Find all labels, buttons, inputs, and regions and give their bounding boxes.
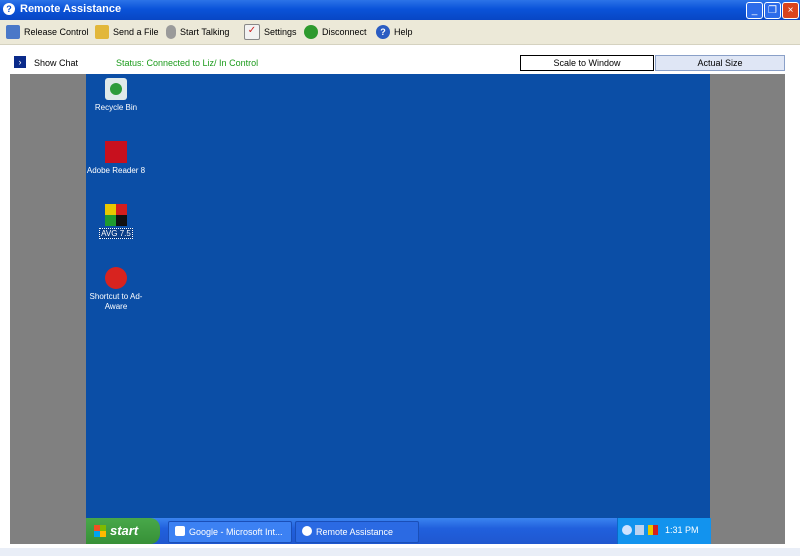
settings-label: Settings <box>264 27 297 37</box>
avg-tray-icon[interactable] <box>648 525 658 535</box>
windows-flag-icon <box>94 525 106 537</box>
start-talking-button[interactable]: Start Talking <box>166 24 229 40</box>
help-icon: ? <box>376 25 390 39</box>
settings-button[interactable]: ✓ Settings <box>244 24 297 40</box>
recycle-bin-icon <box>105 78 127 100</box>
disconnect-label: Disconnect <box>322 27 367 37</box>
desktop-icon-adobe-reader[interactable]: Adobe Reader 8 <box>86 141 146 176</box>
taskbar-item-label: Google - Microsoft Int... <box>189 527 283 537</box>
start-button[interactable]: start <box>86 518 160 544</box>
release-control-label: Release Control <box>24 27 89 37</box>
taskbar-item-label: Remote Assistance <box>316 527 394 537</box>
help-circle-icon <box>302 526 312 536</box>
desktop-icon-ad-aware[interactable]: Shortcut to Ad-Aware <box>86 267 146 312</box>
avg-icon <box>105 204 127 226</box>
remote-desktop[interactable] <box>86 74 710 518</box>
actual-size-button[interactable]: Actual Size <box>655 55 785 71</box>
send-file-icon <box>95 25 109 39</box>
help-circle-icon: ? <box>3 3 15 15</box>
scale-to-window-button[interactable]: Scale to Window <box>520 55 654 71</box>
tray-arrow-icon[interactable] <box>622 525 632 535</box>
disconnect-icon <box>304 25 318 39</box>
show-chat-button[interactable]: Show Chat <box>34 58 78 68</box>
connection-status: Status: Connected to Liz/ In Control <box>116 58 259 68</box>
desktop-icon-label: AVG 7.5 <box>99 228 133 239</box>
chevron-right-icon[interactable]: › <box>14 56 26 68</box>
desktop-icon-recycle-bin[interactable]: Recycle Bin <box>86 78 146 113</box>
desktop-icon-label: Adobe Reader 8 <box>86 166 146 175</box>
window-title: Remote Assistance <box>20 3 122 15</box>
desktop-icon-label: Recycle Bin <box>94 103 138 112</box>
release-control-button[interactable]: Release Control <box>6 24 89 40</box>
ad-aware-icon <box>105 267 127 289</box>
restore-button[interactable]: ❐ <box>764 2 781 19</box>
taskbar-item-google[interactable]: Google - Microsoft Int... <box>168 521 292 543</box>
clock: 1:31 PM <box>665 525 699 535</box>
disconnect-button[interactable]: Disconnect <box>304 24 367 40</box>
taskbar-item-remote-assistance[interactable]: Remote Assistance <box>295 521 419 543</box>
send-file-label: Send a File <box>113 27 159 37</box>
help-button[interactable]: ? Help <box>376 24 413 40</box>
settings-check-icon: ✓ <box>244 24 260 40</box>
user-icon[interactable] <box>635 525 644 535</box>
desktop-icon-label: Shortcut to Ad-Aware <box>89 292 143 311</box>
toolbar: Release Control Send a File Start Talkin… <box>0 20 800 45</box>
window-bottom-border <box>0 544 800 556</box>
start-talking-label: Start Talking <box>180 27 230 37</box>
close-button[interactable]: × <box>782 2 799 19</box>
microphone-icon <box>166 25 176 39</box>
adobe-reader-icon <box>105 141 127 163</box>
title-bar: ? Remote Assistance _ ❐ × <box>0 0 800 20</box>
start-label: start <box>110 523 139 538</box>
release-control-icon <box>6 25 20 39</box>
internet-explorer-icon <box>175 526 185 536</box>
send-file-button[interactable]: Send a File <box>95 24 159 40</box>
desktop-icon-avg[interactable]: AVG 7.5 <box>86 204 146 239</box>
minimize-button[interactable]: _ <box>746 2 763 19</box>
help-label: Help <box>394 27 413 37</box>
